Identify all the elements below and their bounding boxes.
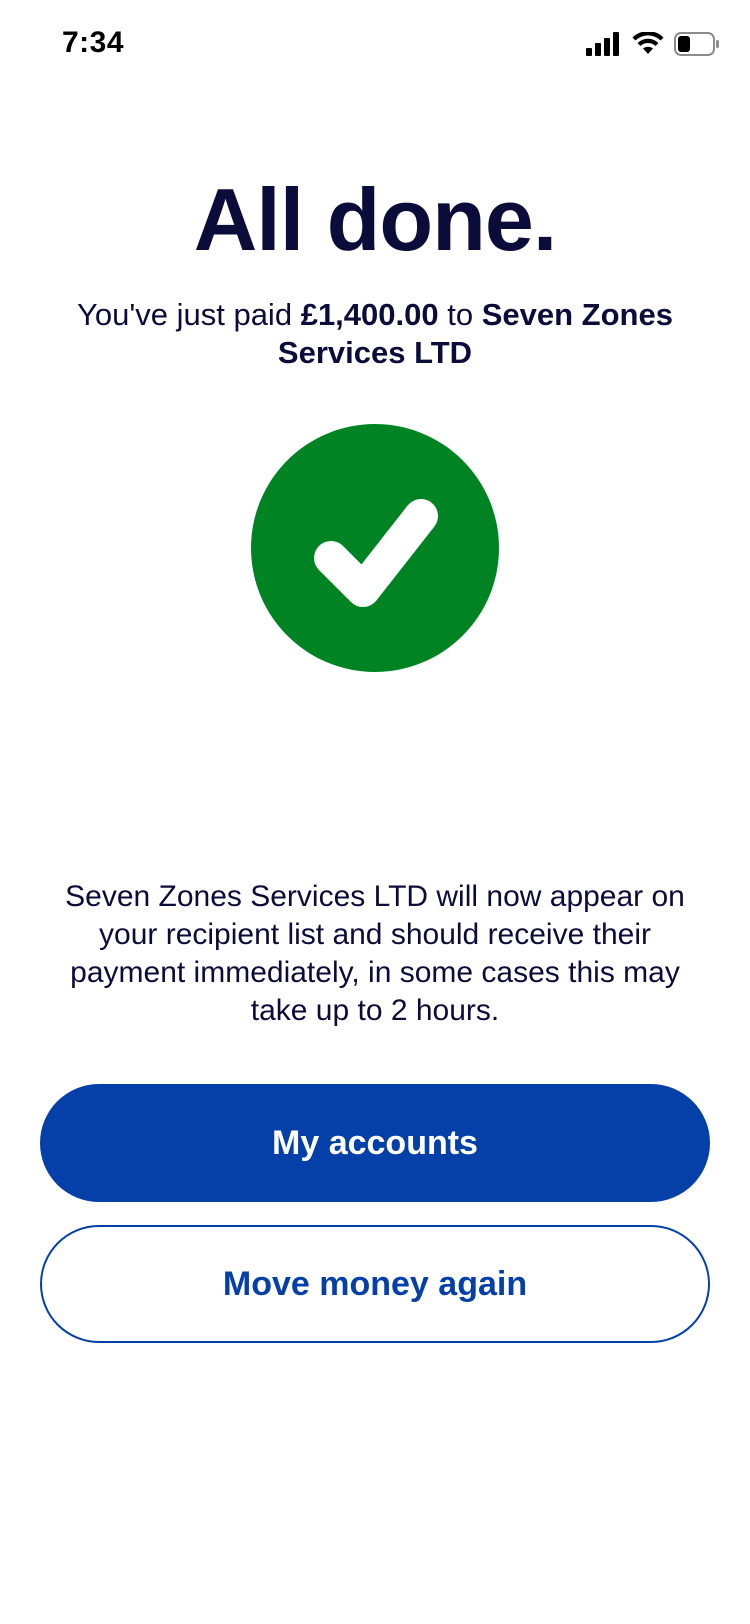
status-bar: 7:34 [0,0,750,90]
status-icons [586,32,720,56]
payment-confirmation-text: You've just paid £1,400.00 to Seven Zone… [60,296,690,372]
move-money-again-button[interactable]: Move money again [40,1225,710,1343]
page-title: All done. [193,170,558,269]
confirmation-connector: to [447,297,474,332]
status-time: 7:34 [62,26,125,59]
checkmark-circle-icon [251,424,499,672]
payment-amount: £1,400.00 [300,297,439,332]
wifi-icon [632,32,664,54]
recipient-info-message: Seven Zones Services LTD will now appear… [65,880,685,1027]
my-accounts-button[interactable]: My accounts [40,1084,710,1202]
battery-icon [674,32,719,56]
cellular-signal-icon [586,32,619,56]
confirmation-prefix: You've just paid [77,297,293,332]
